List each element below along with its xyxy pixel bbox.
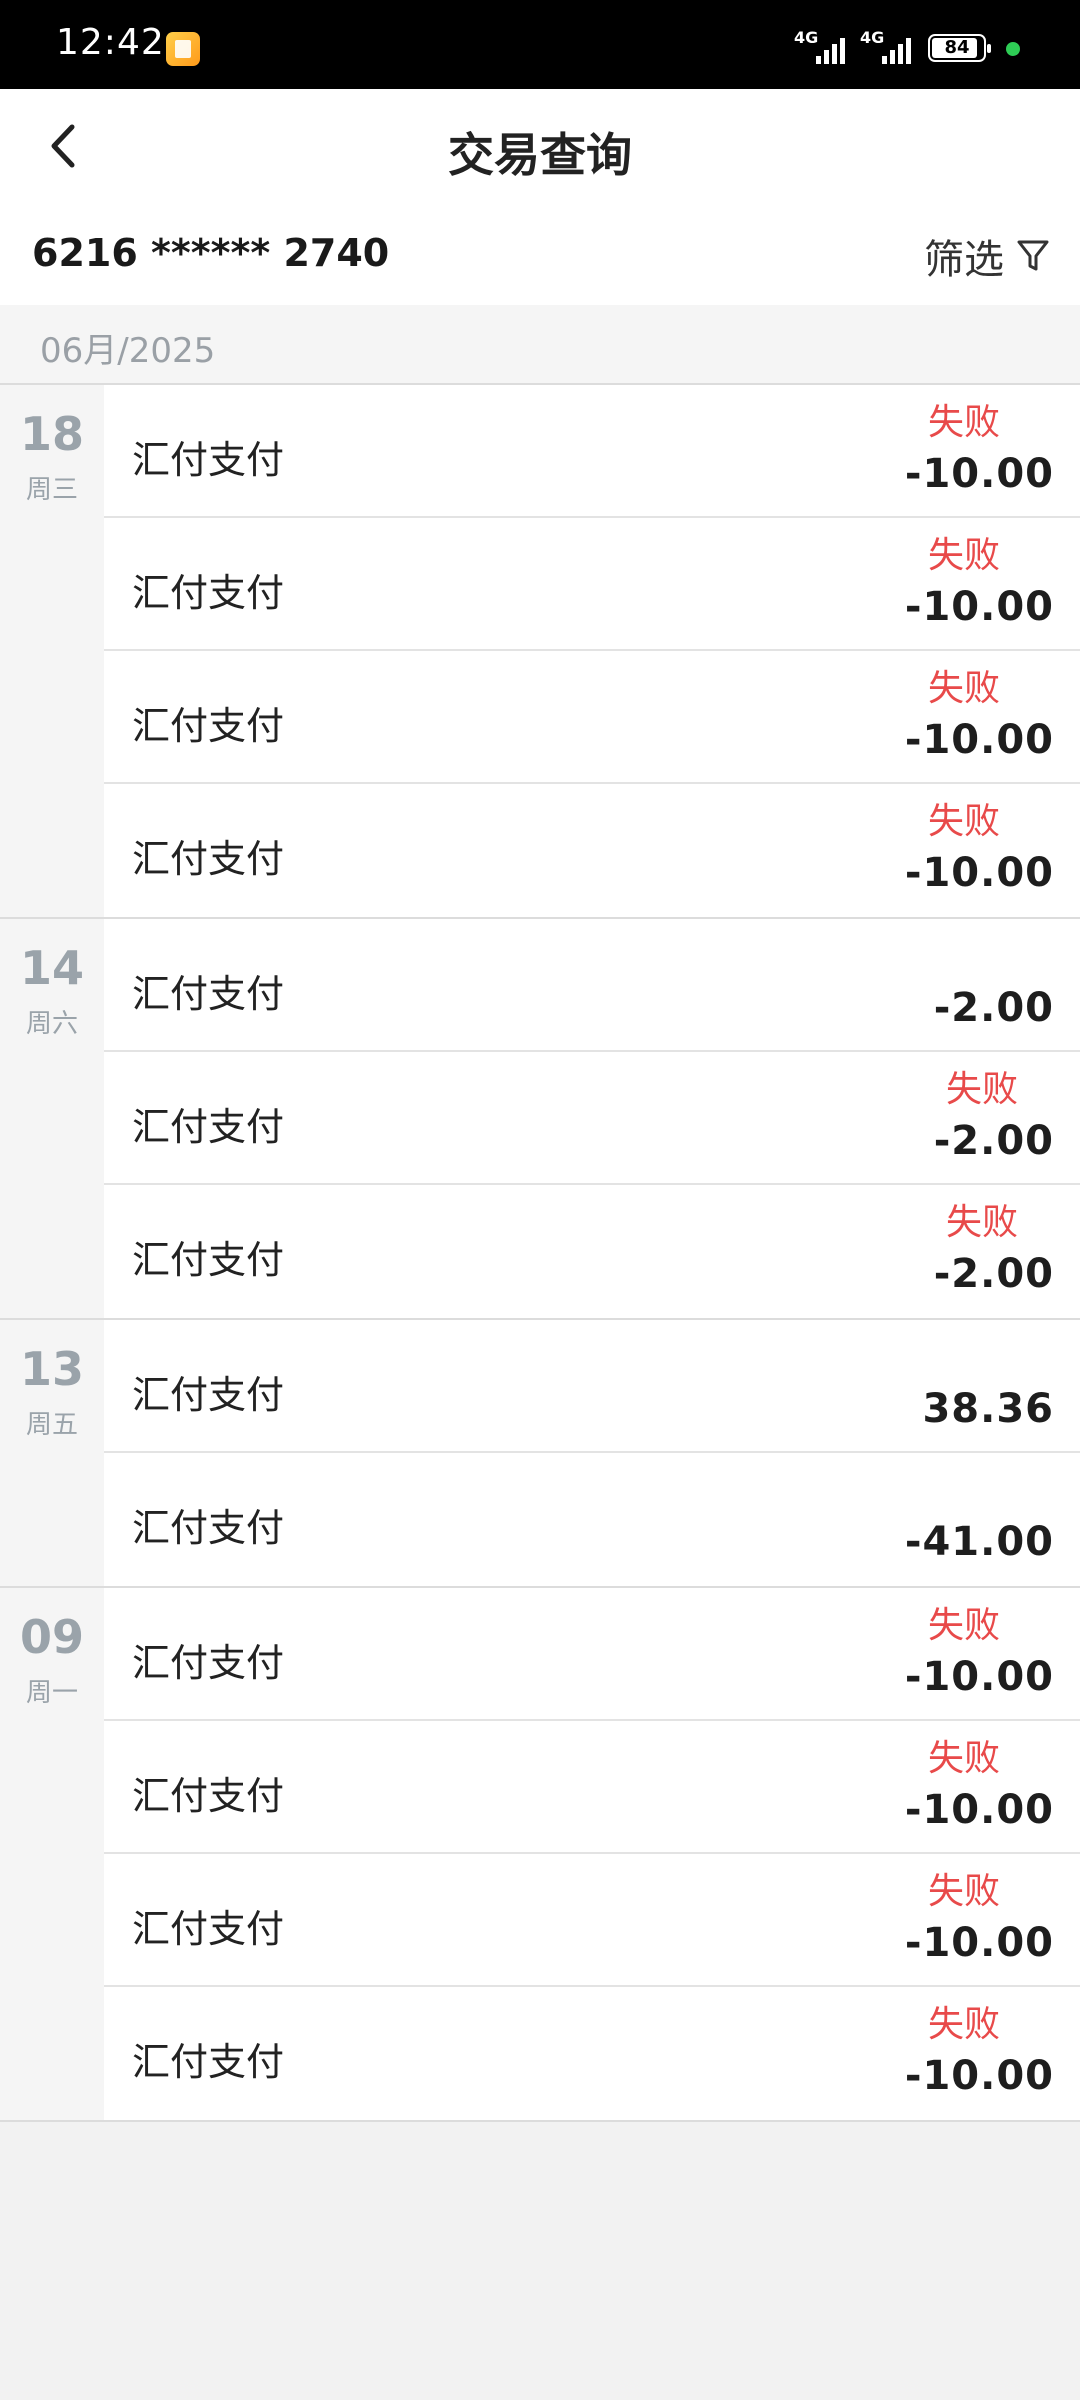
status-bar: 12:42 4G 4G 84	[0, 0, 1080, 89]
transaction-title: 汇付支付	[132, 2040, 285, 2084]
nav-bar: 交易查询	[0, 89, 1080, 208]
date-weekday: 周三	[25, 475, 78, 505]
day-group: 18 周三 汇付支付 失败 -10.00 汇付支付 失败 -10.00 汇付支付 失败 -10.00…	[0, 385, 1080, 919]
transaction-amount: -2.00	[933, 1118, 1054, 1164]
transaction-amount: -10.00	[904, 451, 1054, 497]
transaction-amount: -10.00	[904, 717, 1054, 763]
transaction-amount: -2.00	[933, 985, 1054, 1031]
transaction-status: 失败	[927, 1605, 1000, 1646]
transaction-amount: -41.00	[904, 1519, 1054, 1565]
transaction-row[interactable]: 汇付支付 38.36	[104, 1320, 1080, 1453]
transaction-status: 失败	[945, 1202, 1018, 1243]
transaction-row[interactable]: 汇付支付 失败 -2.00	[104, 1185, 1080, 1318]
transaction-row[interactable]: 汇付支付 失败 -10.00	[104, 1854, 1080, 1987]
filter-label: 筛选	[924, 237, 1004, 283]
account-number: 6216 ****** 2740	[32, 231, 390, 275]
network-type-label: 4G	[794, 28, 819, 47]
transaction-row[interactable]: 汇付支付 失败 -10.00	[104, 651, 1080, 784]
transaction-status: 失败	[927, 1871, 1000, 1912]
transaction-status: 失败	[927, 1738, 1000, 1779]
day-group: 09 周一 汇付支付 失败 -10.00 汇付支付 失败 -10.00 汇付支付 失败 -10.00…	[0, 1588, 1080, 2122]
transaction-amount: -10.00	[904, 584, 1054, 630]
filter-button[interactable]: 筛选	[924, 229, 1050, 283]
transaction-title: 汇付支付	[132, 1105, 285, 1149]
status-time: 12:42	[56, 22, 165, 63]
date-day: 13	[19, 1342, 84, 1396]
transaction-title: 汇付支付	[132, 704, 285, 748]
transaction-row[interactable]: 汇付支付 失败 -10.00	[104, 385, 1080, 518]
transaction-title: 汇付支付	[132, 1238, 285, 1282]
date-day: 09	[19, 1610, 84, 1664]
transaction-amount: -10.00	[904, 1654, 1054, 1700]
date-day: 18	[19, 407, 84, 461]
month-header: 06月/2025	[0, 305, 1080, 385]
transaction-title: 汇付支付	[132, 1774, 285, 1818]
transaction-status: 失败	[927, 801, 1000, 842]
transaction-row[interactable]: 汇付支付 失败 -2.00	[104, 1052, 1080, 1185]
page-title: 交易查询	[448, 128, 632, 182]
transaction-amount: 38.36	[922, 1386, 1054, 1432]
transaction-amount: -10.00	[904, 1787, 1054, 1833]
date-weekday: 周一	[25, 1678, 78, 1708]
account-bar: 6216 ****** 2740 筛选	[0, 207, 1080, 305]
filter-icon	[1017, 240, 1049, 271]
date-column: 09 周一	[0, 1588, 104, 2120]
transaction-title: 汇付支付	[132, 1506, 285, 1550]
transaction-title: 汇付支付	[132, 1907, 285, 1951]
transaction-amount: -10.00	[904, 850, 1054, 896]
transaction-list: 18 周三 汇付支付 失败 -10.00 汇付支付 失败 -10.00 汇付支付 失败 -10.00…	[0, 385, 1080, 2122]
date-column: 18 周三	[0, 385, 104, 917]
date-column: 13 周五	[0, 1320, 104, 1586]
transaction-status: 失败	[927, 402, 1000, 443]
battery-level: 84	[944, 37, 970, 58]
transaction-row[interactable]: 汇付支付 失败 -10.00	[104, 518, 1080, 651]
day-group: 13 周五 汇付支付 38.36 汇付支付 -41.00	[0, 1320, 1080, 1588]
transaction-status: 失败	[927, 668, 1000, 709]
transaction-status: 失败	[945, 1069, 1018, 1110]
transaction-row[interactable]: 汇付支付 失败 -10.00	[104, 1987, 1080, 2120]
transaction-row[interactable]: 汇付支付 -41.00	[104, 1453, 1080, 1586]
transaction-amount: -10.00	[904, 1920, 1054, 1966]
transaction-title: 汇付支付	[132, 972, 285, 1016]
transaction-title: 汇付支付	[132, 1641, 285, 1685]
transaction-title: 汇付支付	[132, 837, 285, 881]
date-weekday: 周六	[25, 1009, 78, 1039]
transaction-title: 汇付支付	[132, 571, 285, 615]
transaction-status: 失败	[927, 2004, 1000, 2045]
network-type-label: 4G	[860, 28, 885, 47]
day-group: 14 周六 汇付支付 -2.00 汇付支付 失败 -2.00 汇付支付 失败 -2.00	[0, 919, 1080, 1320]
transaction-row[interactable]: 汇付支付 失败 -10.00	[104, 1721, 1080, 1854]
transaction-row[interactable]: 汇付支付 失败 -10.00	[104, 1588, 1080, 1721]
privacy-indicator-dot	[1006, 42, 1020, 56]
transaction-title: 汇付支付	[132, 1373, 285, 1417]
date-day: 14	[19, 941, 84, 995]
transaction-amount: -2.00	[933, 1251, 1054, 1297]
transaction-amount: -10.00	[904, 2053, 1054, 2099]
date-column: 14 周六	[0, 919, 104, 1318]
date-weekday: 周五	[25, 1410, 78, 1440]
transaction-row[interactable]: 汇付支付 -2.00	[104, 919, 1080, 1052]
notification-app-icon	[166, 32, 200, 66]
month-label: 06月/2025	[40, 331, 216, 371]
transaction-row[interactable]: 汇付支付 失败 -10.00	[104, 784, 1080, 917]
transaction-title: 汇付支付	[132, 438, 285, 482]
battery-icon: 84	[928, 34, 991, 62]
transaction-status: 失败	[927, 535, 1000, 576]
